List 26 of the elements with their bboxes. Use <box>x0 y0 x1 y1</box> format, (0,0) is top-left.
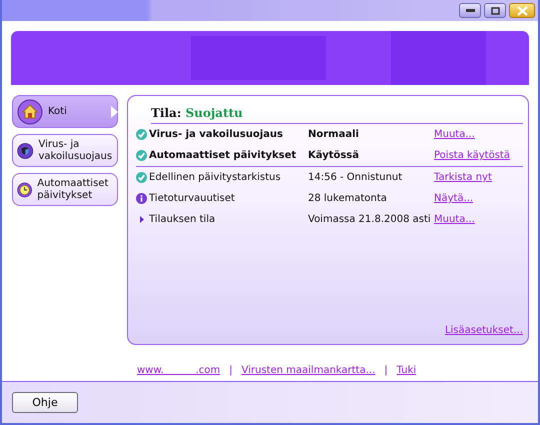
help-button[interactable]: Ohje <box>12 392 78 413</box>
footer-link[interactable]: Tuki <box>396 364 416 376</box>
status-label: Virus- ja vakoilusuojaus <box>149 129 284 140</box>
status-label: Tilauksen tila <box>149 214 216 225</box>
separator: | <box>384 364 388 376</box>
footer-link[interactable]: Virusten maailmankartta... <box>242 364 376 376</box>
action-link[interactable]: Poista käytöstä <box>434 150 523 161</box>
action-link[interactable]: Muuta... <box>434 214 523 225</box>
status-label: Tietoturvauutiset <box>149 193 236 204</box>
nav-item[interactable]: Automaattiset päivitykset <box>12 173 118 206</box>
status-heading: Tila: Suojattu <box>151 106 523 124</box>
advanced-settings-link[interactable]: Lisäasetukset... <box>444 325 523 336</box>
status-value: 14:56 - Onnistunut <box>308 172 404 183</box>
status-value: Käytössä <box>308 150 360 161</box>
status-label: Automaattiset päivitykset <box>149 150 298 161</box>
footer-link[interactable]: www. .com <box>137 364 220 376</box>
separator: | <box>229 364 232 376</box>
status-value: Normaali <box>308 129 360 140</box>
status-value: 28 lukematonta <box>308 193 388 204</box>
action-link[interactable]: Näytä... <box>434 193 523 204</box>
nav-item[interactable]: Virus- ja vakoilusuojaus <box>12 134 118 167</box>
action-link[interactable]: Tarkista nyt <box>434 172 523 183</box>
status-value: Voimassa 21.8.2008 asti <box>308 214 432 225</box>
nav-item[interactable]: Koti <box>12 95 118 128</box>
status-label: Edellinen päivitystarkistus <box>149 172 282 183</box>
action-link[interactable]: Muuta... <box>434 129 523 140</box>
